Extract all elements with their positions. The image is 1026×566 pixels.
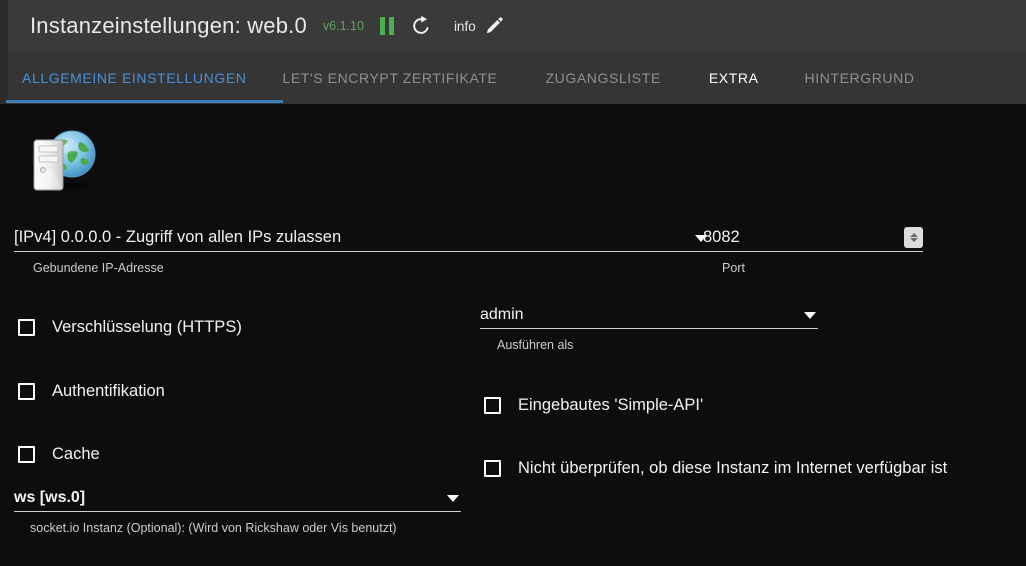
- refresh-icon: [410, 15, 432, 37]
- run-as-field[interactable]: admin Ausführen als: [480, 306, 818, 352]
- settings-content: [IPv4] 0.0.0.0 - Zugriff von allen IPs z…: [0, 104, 1026, 566]
- chevron-down-icon[interactable]: [447, 495, 459, 502]
- checkbox-cache[interactable]: [18, 446, 35, 463]
- tab-lets-encrypt-zertifikate[interactable]: LET'S ENCRYPT ZERTIFIKATE: [282, 52, 497, 104]
- bound-ip-field[interactable]: [IPv4] 0.0.0.0 - Zugriff von allen IPs z…: [14, 228, 709, 275]
- tab-hintergrund[interactable]: HINTERGRUND: [805, 52, 915, 104]
- edit-button[interactable]: [484, 12, 504, 40]
- tab-extra[interactable]: EXTRA: [709, 52, 759, 104]
- chevron-down-icon[interactable]: [804, 312, 816, 319]
- run-as-value: admin: [480, 306, 524, 323]
- checkbox-row-no-internet-check[interactable]: Nicht überprüfen, ob diese Instanz im In…: [484, 459, 947, 478]
- tab-bar: ALLGEMEINE EINSTELLUNGEN LET'S ENCRYPT Z…: [8, 52, 1026, 104]
- instance-settings-page: Instanzeinstellungen: web.0 v6.1.10 info: [0, 0, 1026, 566]
- restart-button[interactable]: [410, 12, 432, 40]
- info-button[interactable]: info: [454, 19, 476, 34]
- number-spinner-icon[interactable]: [904, 227, 923, 248]
- run-as-helper: Ausführen als: [497, 338, 574, 352]
- port-helper: Port: [722, 261, 745, 275]
- checkbox-label-https: Verschlüsselung (HTTPS): [52, 318, 242, 336]
- spinner-down-icon[interactable]: [909, 238, 918, 242]
- checkbox-label-cache: Cache: [52, 445, 100, 463]
- port-field[interactable]: 8082 Port: [703, 227, 923, 275]
- checkbox-authentifikation[interactable]: [18, 383, 35, 400]
- checkbox-row-https[interactable]: Verschlüsselung (HTTPS): [18, 318, 242, 337]
- left-rail: [0, 0, 8, 104]
- checkbox-https[interactable]: [18, 319, 35, 336]
- pause-button[interactable]: [379, 12, 394, 40]
- checkbox-row-cache[interactable]: Cache: [18, 445, 100, 464]
- web-server-globe-icon: [22, 120, 104, 198]
- checkbox-label-simple-api: Eingebautes 'Simple-API': [518, 396, 704, 414]
- socket-io-helper: socket.io Instanz (Optional): (Wird von …: [30, 521, 397, 535]
- pause-icon: [379, 17, 394, 35]
- bound-ip-helper: Gebundene IP-Adresse: [33, 261, 164, 275]
- checkbox-no-internet-check[interactable]: [484, 460, 501, 477]
- checkbox-label-no-internet-check: Nicht überprüfen, ob diese Instanz im In…: [518, 459, 948, 477]
- page-title: Instanzeinstellungen: web.0: [30, 13, 307, 38]
- version-label: v6.1.10: [322, 19, 364, 33]
- bound-ip-value: [IPv4] 0.0.0.0 - Zugriff von allen IPs z…: [14, 228, 342, 246]
- pencil-edit-icon: [484, 16, 504, 36]
- active-tab-indicator: [6, 100, 283, 103]
- socket-io-value: ws [ws.0]: [14, 489, 86, 506]
- checkbox-row-authentifikation[interactable]: Authentifikation: [18, 382, 165, 401]
- page-header: Instanzeinstellungen: web.0 v6.1.10 info: [8, 0, 1026, 52]
- port-value[interactable]: 8082: [703, 228, 740, 247]
- checkbox-simple-api[interactable]: [484, 397, 501, 414]
- tab-allgemeine-einstellungen[interactable]: ALLGEMEINE EINSTELLUNGEN: [22, 52, 246, 104]
- checkbox-row-simple-api[interactable]: Eingebautes 'Simple-API': [484, 396, 703, 415]
- spinner-up-icon[interactable]: [909, 233, 918, 237]
- checkbox-label-authentifikation: Authentifikation: [52, 382, 165, 400]
- socket-io-field[interactable]: ws [ws.0] socket.io Instanz (Optional): …: [14, 489, 461, 535]
- tab-zugangsliste[interactable]: ZUGANGSLISTE: [545, 52, 660, 104]
